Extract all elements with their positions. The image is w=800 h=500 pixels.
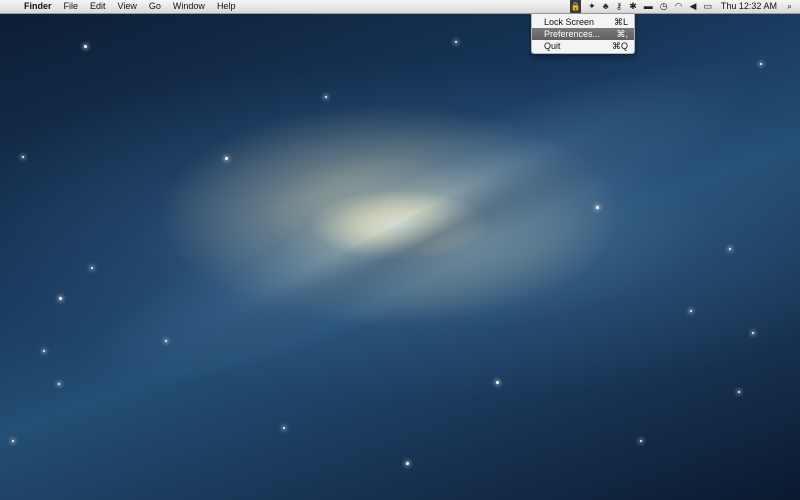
desktop[interactable] (0, 0, 800, 500)
battery-meter-icon[interactable]: ▬ (644, 0, 653, 13)
menu-go[interactable]: Go (149, 0, 161, 13)
spotlight-icon[interactable]: ⌕ (787, 0, 792, 13)
star (22, 156, 24, 158)
star (752, 332, 754, 334)
menu-bar-left: Finder File Edit View Go Window Help (10, 0, 247, 13)
star (455, 41, 457, 43)
menu-window[interactable]: Window (173, 0, 205, 13)
time-machine-icon[interactable]: ◷ (660, 0, 668, 13)
menu-edit[interactable]: Edit (90, 0, 106, 13)
menu-bar: Finder File Edit View Go Window Help 🔒 ✦… (0, 0, 800, 14)
star (690, 310, 692, 312)
menu-item-lock-screen[interactable]: Lock Screen ⌘L (532, 16, 634, 28)
evernote-icon[interactable]: ♣ (603, 0, 609, 13)
bluetooth-icon[interactable]: ✱ (629, 0, 637, 13)
star (165, 340, 167, 342)
star (58, 383, 60, 385)
menu-item-label: Preferences... (544, 29, 601, 39)
lock-menu-dropdown: Lock Screen ⌘L Preferences... ⌘, Quit ⌘Q (531, 14, 635, 54)
menu-file[interactable]: File (64, 0, 79, 13)
menu-help[interactable]: Help (217, 0, 236, 13)
app-menu-finder[interactable]: Finder (24, 0, 52, 13)
star (596, 206, 599, 209)
menu-item-shortcut: ⌘, (616, 29, 628, 39)
battery-icon[interactable]: ▭ (703, 0, 712, 13)
menu-item-label: Lock Screen (544, 17, 595, 27)
volume-icon[interactable]: ◀ (689, 0, 696, 13)
star (729, 248, 731, 250)
star (59, 297, 62, 300)
star (91, 267, 93, 269)
padlock-icon[interactable]: 🔒 (570, 0, 582, 13)
star (406, 462, 409, 465)
menu-item-shortcut: ⌘Q (611, 41, 628, 51)
menu-item-preferences[interactable]: Preferences... ⌘, (532, 28, 634, 40)
star (43, 350, 45, 352)
menu-bar-extras: 🔒 ✦ ♣ ⚷ ✱ ▬ ◷ ◠ ◀ ▭ Thu 12:32 AM ⌕ (570, 0, 792, 13)
menu-item-label: Quit (544, 41, 561, 51)
star (738, 391, 740, 393)
star (225, 157, 228, 160)
menu-view[interactable]: View (118, 0, 137, 13)
menu-clock[interactable]: Thu 12:32 AM (721, 0, 777, 13)
star (760, 63, 762, 65)
dropbox-icon[interactable]: ✦ (588, 0, 596, 13)
star (325, 96, 327, 98)
star (84, 45, 87, 48)
menu-item-quit[interactable]: Quit ⌘Q (532, 40, 634, 52)
menu-item-shortcut: ⌘L (613, 17, 628, 27)
star (283, 427, 285, 429)
star (12, 440, 14, 442)
star (496, 381, 499, 384)
keychain-icon[interactable]: ⚷ (616, 0, 623, 13)
wifi-icon[interactable]: ◠ (675, 0, 683, 13)
star (640, 440, 642, 442)
